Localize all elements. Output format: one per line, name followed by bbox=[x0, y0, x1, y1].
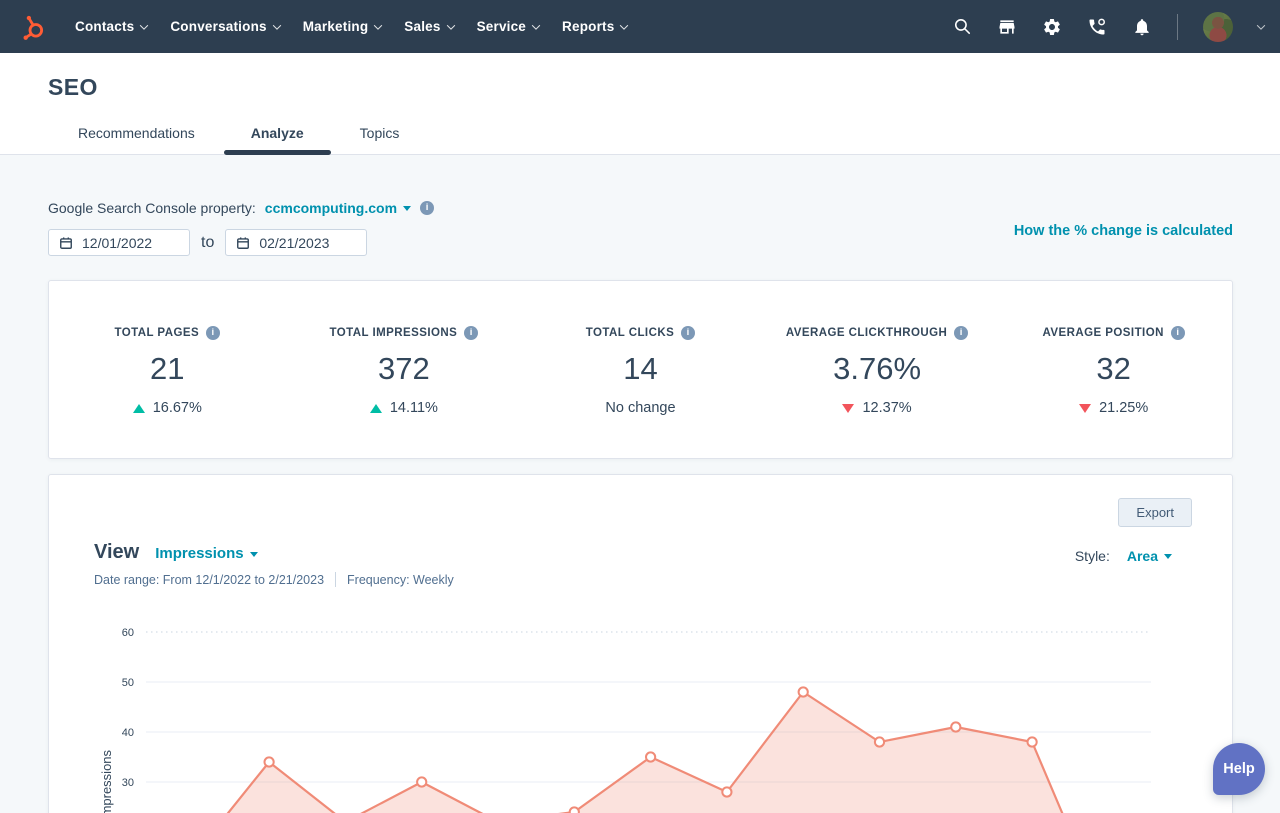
calendar-icon bbox=[59, 236, 73, 250]
calls-phone-icon[interactable] bbox=[1087, 17, 1107, 37]
gsc-property-dropdown[interactable]: ccmcomputing.com bbox=[265, 200, 411, 216]
calendar-icon bbox=[236, 236, 250, 250]
marketplace-icon[interactable] bbox=[997, 17, 1017, 37]
stat-value: 21 bbox=[150, 351, 184, 387]
tab-topics[interactable]: Topics bbox=[332, 117, 428, 154]
svg-text:50: 50 bbox=[122, 677, 134, 689]
page-header: SEO Recommendations Analyze Topics bbox=[0, 53, 1280, 155]
date-to-label: to bbox=[201, 234, 214, 252]
stat-average-position: AVERAGE POSITIONi 32 21.25% bbox=[995, 326, 1232, 416]
help-button[interactable]: Help bbox=[1213, 743, 1265, 795]
stat-total-pages: TOTAL PAGESi 21 16.67% bbox=[49, 326, 286, 416]
avatar[interactable] bbox=[1203, 12, 1233, 42]
start-date-value: 12/01/2022 bbox=[82, 235, 152, 251]
stat-total-impressions: TOTAL IMPRESSIONSi 372 14.11% bbox=[286, 326, 523, 416]
pct-change-help-link[interactable]: How the % change is calculated bbox=[1014, 223, 1233, 239]
hubspot-logo-icon[interactable] bbox=[18, 11, 48, 43]
nav-item-reports[interactable]: Reports bbox=[562, 19, 627, 34]
stat-value: 14 bbox=[623, 351, 657, 387]
svg-text:40: 40 bbox=[122, 727, 134, 739]
account-chevron-down-icon[interactable] bbox=[1257, 21, 1265, 29]
chevron-down-icon bbox=[532, 21, 540, 29]
info-icon[interactable]: i bbox=[954, 326, 968, 340]
top-nav: Contacts Conversations Marketing Sales S… bbox=[0, 0, 1280, 53]
trend-up-icon bbox=[133, 404, 145, 413]
start-date-input[interactable]: 12/01/2022 bbox=[48, 229, 190, 256]
info-icon[interactable]: i bbox=[206, 326, 220, 340]
end-date-input[interactable]: 02/21/2023 bbox=[225, 229, 367, 256]
notifications-bell-icon[interactable] bbox=[1132, 17, 1152, 37]
nav-item-marketing[interactable]: Marketing bbox=[303, 19, 382, 34]
impressions-chart-card: Export View Impressions Date range: From… bbox=[48, 474, 1233, 813]
tab-recommendations[interactable]: Recommendations bbox=[50, 117, 223, 154]
settings-gear-icon[interactable] bbox=[1042, 17, 1062, 37]
chevron-down-icon bbox=[620, 21, 628, 29]
chevron-down-icon bbox=[140, 21, 148, 29]
tab-bar: Recommendations Analyze Topics bbox=[50, 117, 1280, 154]
main-content: Google Search Console property: ccmcompu… bbox=[0, 155, 1280, 813]
trend-down-icon bbox=[1079, 404, 1091, 413]
search-icon[interactable] bbox=[952, 17, 972, 37]
page-title: SEO bbox=[48, 53, 1280, 101]
filters-section: Google Search Console property: ccmcompu… bbox=[48, 155, 1233, 256]
nav-item-sales[interactable]: Sales bbox=[404, 19, 453, 34]
chevron-down-icon bbox=[272, 21, 280, 29]
info-icon[interactable]: i bbox=[681, 326, 695, 340]
stat-value: 32 bbox=[1096, 351, 1130, 387]
svg-text:Impressions: Impressions bbox=[99, 749, 114, 813]
svg-text:30: 30 bbox=[122, 777, 134, 789]
nav-item-service[interactable]: Service bbox=[477, 19, 539, 34]
stat-value: 3.76% bbox=[833, 351, 921, 387]
trend-up-icon bbox=[370, 404, 382, 413]
gsc-property-label: Google Search Console property: bbox=[48, 200, 256, 216]
impressions-area-chart: 60 50 40 30 Impressions bbox=[49, 475, 1234, 813]
tab-analyze[interactable]: Analyze bbox=[223, 117, 332, 154]
info-icon[interactable]: i bbox=[420, 201, 434, 215]
info-icon[interactable]: i bbox=[464, 326, 478, 340]
chevron-down-icon bbox=[446, 21, 454, 29]
primary-nav: Contacts Conversations Marketing Sales S… bbox=[75, 19, 627, 34]
trend-down-icon bbox=[842, 404, 854, 413]
stat-average-clickthrough: AVERAGE CLICKTHROUGHi 3.76% 12.37% bbox=[759, 326, 996, 416]
stat-value: 372 bbox=[378, 351, 430, 387]
chevron-down-icon bbox=[374, 21, 382, 29]
nav-item-conversations[interactable]: Conversations bbox=[170, 19, 279, 34]
nav-divider bbox=[1177, 14, 1178, 40]
nav-item-contacts[interactable]: Contacts bbox=[75, 19, 147, 34]
end-date-value: 02/21/2023 bbox=[259, 235, 329, 251]
chevron-down-icon bbox=[403, 206, 411, 211]
info-icon[interactable]: i bbox=[1171, 326, 1185, 340]
stats-card: TOTAL PAGESi 21 16.67% TOTAL IMPRESSIONS… bbox=[48, 280, 1233, 459]
svg-text:60: 60 bbox=[122, 627, 134, 639]
stat-total-clicks: TOTAL CLICKSi 14 No change bbox=[522, 326, 759, 416]
